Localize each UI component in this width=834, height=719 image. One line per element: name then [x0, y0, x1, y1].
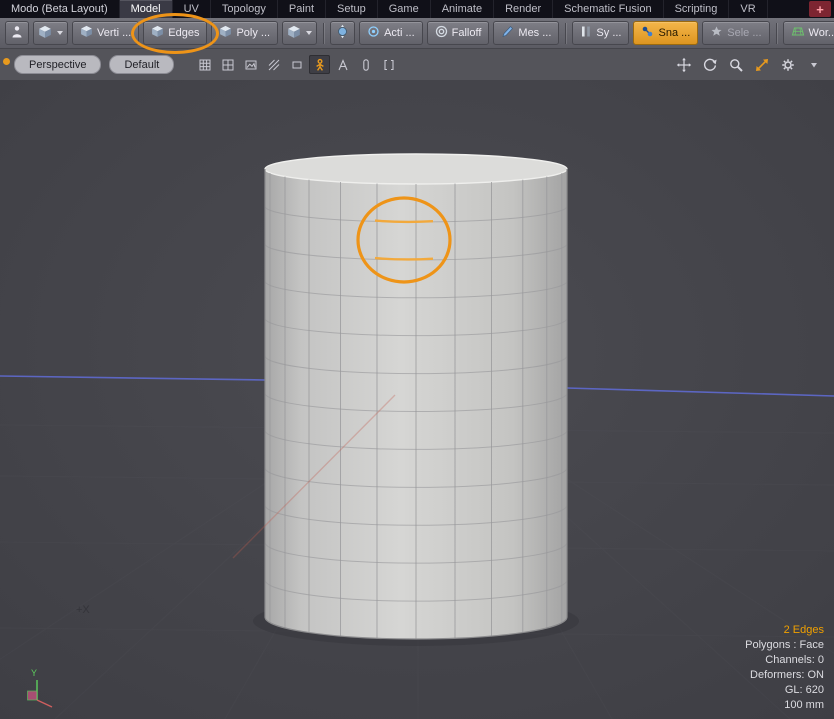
mesh-constraint-label: Mes ...	[518, 27, 551, 39]
shading-dropdown[interactable]: Default	[109, 55, 174, 74]
symmetry-button[interactable]: Sy ...	[572, 21, 629, 45]
settings-gear-icon[interactable]	[777, 55, 798, 74]
projection-dropdown[interactable]: Perspective	[14, 55, 101, 74]
workplane-button[interactable]: Wor...	[783, 21, 834, 45]
quad-view-icon[interactable]	[217, 55, 238, 74]
status-selection-count: 2 Edges	[745, 623, 824, 638]
grid-toggle-icon[interactable]	[194, 55, 215, 74]
tab-render[interactable]: Render	[494, 0, 553, 18]
falloff-icon	[435, 25, 448, 41]
toolbar-separator	[776, 23, 777, 44]
workplane-icon	[791, 25, 805, 41]
auto-select-button[interactable]	[5, 21, 29, 45]
tab-game[interactable]: Game	[378, 0, 431, 18]
viewport-nav-group	[673, 55, 824, 74]
viewport-header: Perspective Default	[0, 49, 834, 81]
axis-hint-label: +X	[76, 604, 90, 616]
orbit-icon[interactable]	[699, 55, 720, 74]
tab-bar-spacer	[768, 0, 809, 18]
action-center-button[interactable]: Acti ...	[359, 21, 423, 45]
status-channels: Channels: 0	[745, 653, 824, 668]
workplane-label: Wor...	[809, 27, 834, 39]
tab-animate[interactable]: Animate	[431, 0, 494, 18]
toolbar-separator	[565, 23, 566, 44]
symmetry-icon	[580, 25, 592, 41]
edges-button-wrapper: Edges	[143, 21, 207, 45]
polygons-mode-button[interactable]: Poly ...	[211, 21, 278, 45]
frame-toggle-icon[interactable]	[286, 55, 307, 74]
cube-icon	[38, 25, 52, 42]
tab-setup[interactable]: Setup	[326, 0, 378, 18]
capsule-toggle-icon[interactable]	[355, 55, 376, 74]
viewport-status-readout: 2 Edges Polygons : Face Channels: 0 Defo…	[745, 623, 824, 713]
vertices-label: Verti ...	[97, 27, 131, 39]
toolbar-separator	[323, 23, 324, 44]
items-mode-button[interactable]	[33, 21, 68, 45]
snapping-button[interactable]: Sna ...	[633, 21, 698, 45]
snapping-label: Sna ...	[658, 27, 690, 39]
tab-topology[interactable]: Topology	[211, 0, 278, 18]
tab-modo-beta-layout[interactable]: Modo (Beta Layout)	[0, 0, 120, 18]
action-center-label: Acti ...	[384, 27, 415, 39]
add-tab-button[interactable]: +	[809, 1, 831, 17]
tab-scripting[interactable]: Scripting	[664, 0, 730, 18]
tab-paint[interactable]: Paint	[278, 0, 326, 18]
cube-icon	[219, 25, 232, 41]
select-through-button[interactable]: Sele ...	[702, 21, 769, 45]
symmetry-label: Sy ...	[596, 27, 621, 39]
main-tab-bar: Modo (Beta Layout) Model UV Topology Pai…	[0, 0, 834, 18]
falloff-label: Falloff	[452, 27, 482, 39]
sphere-arrows-icon	[335, 24, 350, 42]
edges-mode-button[interactable]: Edges	[143, 21, 207, 45]
edges-label: Edges	[168, 27, 199, 39]
snapping-icon	[641, 25, 654, 41]
chevron-down-icon	[57, 31, 63, 35]
status-gl: GL: 620	[745, 683, 824, 698]
gizmo-y-label: Y	[31, 668, 37, 678]
mesh-constraint-button[interactable]: Mes ...	[493, 21, 559, 45]
advanced-viewport-icon[interactable]	[309, 55, 330, 74]
projection-label: Perspective	[29, 59, 86, 71]
polygons-label: Poly ...	[236, 27, 270, 39]
viewport-3d[interactable]: +X Y 2 Edges Polygons : Face Channels: 0…	[0, 80, 834, 719]
tab-uv[interactable]: UV	[173, 0, 211, 18]
select-through-label: Sele ...	[727, 27, 761, 39]
cube-icon	[80, 25, 93, 41]
backdrop-image-icon[interactable]	[240, 55, 261, 74]
pen-icon	[501, 25, 514, 41]
maximize-icon[interactable]	[751, 55, 772, 74]
viewport-menu-arrow-icon[interactable]	[803, 55, 824, 74]
main-toolbar: Verti ... Edges Poly ... Acti ...	[0, 18, 834, 49]
pan-icon[interactable]	[673, 55, 694, 74]
center-mode-button[interactable]	[330, 21, 355, 45]
zoom-icon[interactable]	[725, 55, 746, 74]
falloff-button[interactable]: Falloff	[427, 21, 490, 45]
chevron-down-icon	[306, 31, 312, 35]
cylinder-mesh[interactable]	[265, 154, 567, 639]
viewport-canvas[interactable]: +X Y	[0, 80, 834, 719]
lasso-icon	[710, 25, 723, 41]
status-polygon-type: Polygons : Face	[745, 638, 824, 653]
tab-schematic-fusion[interactable]: Schematic Fusion	[553, 0, 663, 18]
cube-icon	[151, 25, 164, 41]
viewport-toggle-strip	[194, 55, 399, 74]
shading-label: Default	[124, 59, 159, 71]
cube-icon	[287, 25, 301, 42]
figure-toggle-icon[interactable]	[332, 55, 353, 74]
tab-model[interactable]: Model	[120, 0, 173, 18]
tab-vr[interactable]: VR	[729, 0, 767, 18]
status-grid-size: 100 mm	[745, 698, 824, 713]
person-icon	[10, 25, 24, 42]
bracket-toggle-icon[interactable]	[378, 55, 399, 74]
action-center-icon	[367, 25, 380, 41]
viewport-state-dot	[3, 58, 10, 65]
vertices-mode-button[interactable]: Verti ...	[72, 21, 139, 45]
item-mode-dropdown-button[interactable]	[282, 21, 317, 45]
status-deformers: Deformers: ON	[745, 668, 824, 683]
hatch-toggle-icon[interactable]	[263, 55, 284, 74]
